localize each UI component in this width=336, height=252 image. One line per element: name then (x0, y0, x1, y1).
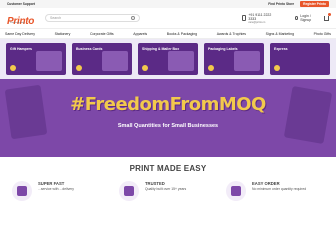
product-image (102, 51, 128, 71)
category-tiles: Gift Hampers Business Cards Shipping & M… (0, 39, 336, 79)
nav-item-corporate-gifts[interactable]: Corporate Gifts (90, 32, 114, 36)
login-label: Login / Signup (300, 14, 312, 22)
product-image (36, 51, 62, 71)
delivery-icon (12, 181, 32, 201)
top-bar-right: Find Printo Store Register Printo (268, 1, 329, 7)
arrow-icon (142, 65, 148, 71)
section-title: PRINT MADE EASY (129, 164, 207, 173)
nav-item-same-day-delivery[interactable]: Same Day Delivery (5, 32, 35, 36)
top-bar: Customer Support Find Printo Store Regis… (0, 0, 336, 8)
banner-subline: Small Quantities for Small Businesses (117, 123, 219, 129)
box-icon (226, 181, 246, 201)
feature-title: EASY ORDER (252, 181, 280, 186)
tile-shipping-mailer-box[interactable]: Shipping & Mailer Box (138, 43, 198, 75)
cart-icon[interactable] (323, 12, 331, 21)
customer-support-link[interactable]: Customer Support (7, 2, 35, 6)
logo-tagline: Print made easy (10, 22, 25, 24)
product-image (168, 51, 194, 71)
arrow-icon (274, 65, 280, 71)
tile-label: Business Cards (76, 47, 103, 51)
feature-easy-order: EASY ORDER No minimum order quantity req… (226, 181, 326, 201)
nav-item-stationery[interactable]: Stationery (55, 32, 71, 36)
feature-desc: ...service with ...delivery (38, 187, 74, 191)
product-image (234, 51, 260, 71)
category-nav: Same Day Delivery Stationery Corporate G… (0, 29, 336, 39)
tile-gift-hampers[interactable]: Gift Hampers (6, 43, 66, 75)
handshake-icon (119, 181, 139, 201)
arrow-icon (10, 65, 16, 71)
tile-label: Packaging Labels (208, 47, 238, 51)
tile-express[interactable]: Express (270, 43, 330, 75)
arrow-icon (76, 65, 82, 71)
user-icon (294, 16, 299, 20)
feature-title: TRUSTED (145, 181, 165, 186)
banner-headline: #FreedomFromMOQ (70, 94, 266, 115)
email-address[interactable]: care@printo.in (248, 21, 274, 24)
tile-business-cards[interactable]: Business Cards (72, 43, 132, 75)
feature-desc: Quality built over 15+ years (145, 187, 187, 191)
header: Printo Print made easy Search +91 9111 2… (0, 8, 336, 29)
tile-label: Gift Hampers (10, 47, 32, 51)
nav-item-signs-marketing[interactable]: Signs & Marketing (266, 32, 294, 36)
nav-item-apparels[interactable]: Apparels (133, 32, 147, 36)
feature-list: SUPER FAST ...service with ...delivery T… (0, 173, 336, 201)
search-input[interactable]: Search (45, 14, 140, 22)
feature-desc: No minimum order quantity required (252, 187, 307, 191)
feature-title: SUPER FAST (38, 181, 65, 186)
contact-block: +91 9111 2222 3333 care@printo.in (241, 13, 275, 24)
phone-number[interactable]: +91 9111 2222 3333 (248, 13, 274, 21)
cart-badge (328, 12, 331, 16)
search-icon[interactable] (130, 16, 135, 20)
login-link[interactable]: Login / Signup (294, 12, 331, 22)
tile-packaging-labels[interactable]: Packaging Labels (204, 43, 264, 75)
nav-item-awards-trophies[interactable]: Awards & Trophies (217, 32, 246, 36)
hero-banner[interactable]: #FreedomFromMOQ Small Quantities for Sma… (0, 79, 336, 157)
phone-icon (241, 15, 247, 21)
nav-item-books-packaging[interactable]: Books & Packaging (167, 32, 197, 36)
tile-label: Express (274, 47, 288, 51)
feature-super-fast: SUPER FAST ...service with ...delivery (12, 181, 112, 201)
nav-item-photo-gifts[interactable]: Photo Gifts (314, 32, 331, 36)
arrow-icon (208, 65, 214, 71)
register-button[interactable]: Register Printo (300, 1, 329, 7)
search-placeholder: Search (50, 16, 62, 20)
printo-logo[interactable]: Printo Print made easy (7, 11, 35, 27)
feature-trusted: TRUSTED Quality built over 15+ years (119, 181, 219, 201)
find-store-link[interactable]: Find Printo Store (268, 2, 294, 6)
